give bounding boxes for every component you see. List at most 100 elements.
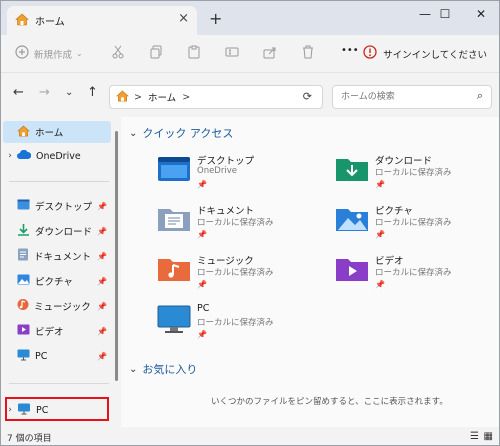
sidebar-item-label: ピクチャ [35, 277, 73, 288]
home-icon [17, 125, 30, 140]
copy-button[interactable] [149, 45, 163, 62]
sidebar-item-home[interactable]: ホーム [3, 121, 111, 143]
signin-label: サインインしてください [383, 49, 487, 61]
navigation-bar: ← → ⌄ ↑ > ホーム > ⟳ ⌕ [1, 73, 499, 117]
item-location: ローカルに保存済み [375, 168, 452, 178]
paste-icon [187, 45, 201, 62]
section-title: クイック アクセス [142, 127, 234, 140]
delete-button[interactable] [301, 45, 315, 62]
home-icon [15, 13, 29, 29]
tab-title: ホーム [35, 17, 65, 28]
sidebar-item-label: ダウンロード [35, 227, 93, 238]
pin-icon[interactable]: 📌 [97, 227, 107, 236]
pin-icon[interactable]: 📌 [97, 352, 107, 361]
sidebar-item-label: ミュージック [34, 302, 91, 313]
path-separator[interactable]: > [134, 92, 142, 103]
rename-icon [225, 45, 239, 62]
item-location: OneDrive [197, 166, 237, 176]
sidebar-item-pc-pinned[interactable]: PC 📌 [3, 345, 111, 367]
new-button-label: 新規作成 [34, 49, 73, 61]
up-button[interactable]: ↑ [87, 85, 98, 100]
qa-item-downloads[interactable]: ダウンロード ローカルに保存済み 📌 [335, 153, 485, 199]
details-view-icon[interactable]: ☰ [470, 431, 479, 442]
pin-icon[interactable]: 📌 [97, 302, 107, 311]
pictures-folder-icon [335, 205, 369, 236]
pin-icon: 📌 [375, 280, 385, 289]
pin-icon: 📌 [197, 280, 207, 289]
highlight-box [5, 397, 109, 421]
navigation-pane: ホーム › OneDrive デスクトップ 📌 ダウンロード 📌 ドキュメント [1, 117, 119, 427]
sidebar-item-label: PC [35, 350, 48, 362]
command-bar: 新規作成 ⌄ ••• サインインしてください [1, 35, 499, 73]
pin-icon[interactable]: 📌 [97, 252, 107, 261]
documents-folder-icon [157, 205, 191, 236]
share-button[interactable] [263, 45, 277, 62]
paste-button[interactable] [187, 45, 201, 62]
documents-icon [17, 248, 29, 264]
videos-icon [17, 324, 30, 338]
cut-button[interactable] [111, 45, 125, 62]
sidebar-item-onedrive[interactable]: › OneDrive [3, 145, 111, 167]
qa-item-pictures[interactable]: ピクチャ ローカルに保存済み 📌 [335, 203, 485, 249]
path-separator[interactable]: > [182, 92, 190, 103]
close-tab-icon[interactable]: × [178, 12, 189, 25]
scissors-icon [111, 45, 125, 62]
quick-access-header[interactable]: ⌄ クイック アクセス [129, 125, 233, 141]
qa-item-videos[interactable]: ビデオ ローカルに保存済み 📌 [335, 253, 485, 299]
tiles-view-icon[interactable]: ▦ [484, 431, 493, 442]
qa-item-pc[interactable]: PC ローカルに保存済み 📌 [157, 303, 307, 349]
qa-item-music[interactable]: ミュージック ローカルに保存済み 📌 [157, 253, 307, 299]
rename-button[interactable] [225, 45, 239, 62]
sidebar-item-label: ビデオ [35, 327, 64, 338]
search-box[interactable]: ⌕ [332, 85, 492, 109]
chevron-down-icon: ⌄ [129, 127, 138, 139]
recent-locations-button[interactable]: ⌄ [65, 87, 73, 98]
more-button[interactable]: ••• [341, 45, 359, 56]
qa-item-desktop[interactable]: デスクトップ OneDrive 📌 [157, 153, 307, 199]
maximize-button[interactable]: ☐ [425, 1, 465, 27]
pc-icon [157, 305, 191, 338]
share-icon [263, 45, 277, 62]
sidebar-item-desktop[interactable]: デスクトップ 📌 [3, 195, 111, 217]
sidebar-item-documents[interactable]: ドキュメント 📌 [3, 245, 111, 267]
tab-home[interactable]: ホーム × [7, 6, 197, 35]
sidebar-item-videos[interactable]: ビデオ 📌 [3, 320, 111, 342]
alert-icon [363, 45, 377, 62]
pin-icon: 📌 [375, 180, 385, 189]
signin-button[interactable]: サインインしてください [363, 45, 487, 62]
search-input[interactable] [333, 86, 463, 108]
item-name: ドキュメント [197, 206, 255, 217]
refresh-icon[interactable]: ⟳ [303, 90, 312, 103]
new-tab-button[interactable]: + [209, 9, 222, 28]
pin-icon[interactable]: 📌 [97, 202, 107, 211]
sidebar-scrollbar[interactable] [115, 131, 118, 381]
music-folder-icon [157, 255, 191, 286]
sidebar-item-label: OneDrive [36, 150, 81, 162]
item-name: ミュージック [197, 256, 254, 267]
chevron-right-icon[interactable]: › [3, 151, 17, 161]
path-segment-home[interactable]: ホーム [148, 90, 176, 104]
pin-icon[interactable]: 📌 [97, 277, 107, 286]
item-count: 7 個の項目 [7, 433, 52, 444]
item-location: ローカルに保存済み [197, 318, 274, 328]
favorites-empty-message: いくつかのファイルをピン留めすると、ここに表示されます。 [211, 397, 448, 407]
back-button[interactable]: ← [13, 85, 24, 100]
pin-icon: 📌 [197, 330, 207, 339]
status-bar: 7 個の項目 ☰ ▦ [1, 427, 499, 445]
file-explorer-window: ホーム × + — ☐ ✕ 新規作成 ⌄ ••• サインインしてください ← →… [0, 0, 500, 446]
pin-icon[interactable]: 📌 [97, 327, 107, 336]
address-bar[interactable]: > ホーム > ⟳ [109, 85, 323, 109]
close-window-button[interactable]: ✕ [461, 1, 499, 27]
sidebar-item-music[interactable]: ミュージック 📌 [3, 295, 111, 317]
search-icon[interactable]: ⌕ [477, 89, 483, 103]
forward-button[interactable]: → [39, 85, 50, 100]
sidebar-item-pictures[interactable]: ピクチャ 📌 [3, 270, 111, 292]
item-location: ローカルに保存済み [375, 218, 452, 228]
pin-icon: 📌 [197, 230, 207, 239]
section-title: お気に入り [142, 363, 198, 376]
favorites-header[interactable]: ⌄ お気に入り [129, 361, 197, 377]
qa-item-documents[interactable]: ドキュメント ローカルに保存済み 📌 [157, 203, 307, 249]
sidebar-item-downloads[interactable]: ダウンロード 📌 [3, 220, 111, 242]
new-button[interactable]: 新規作成 ⌄ [15, 45, 83, 62]
item-name: ビデオ [375, 256, 404, 267]
